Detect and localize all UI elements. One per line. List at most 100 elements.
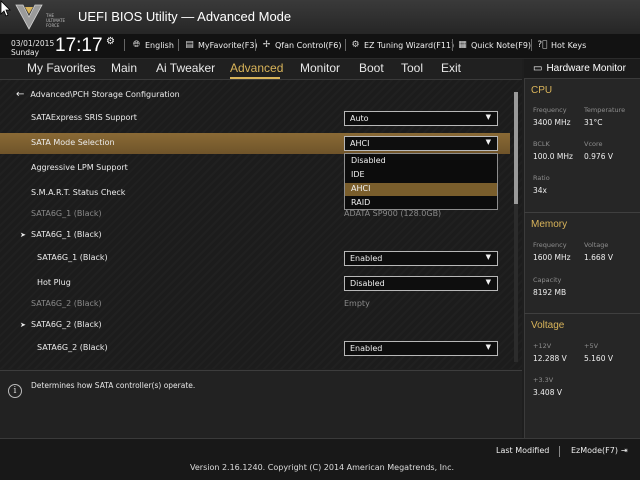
menu-boot[interactable]: Boot <box>359 61 384 75</box>
chevron-down-icon: ▼ <box>485 343 491 351</box>
sata-mode-label: SATA Mode Selection <box>31 138 115 147</box>
memory-frequency-label: Frequency <box>533 241 567 249</box>
mouse-cursor-icon <box>0 0 11 17</box>
back-arrow-icon[interactable]: ← <box>16 89 24 100</box>
cpu-frequency-value: 3400 MHz <box>533 118 571 127</box>
date-text: 03/01/2015 <box>11 39 55 48</box>
favorites-icon: ▤ <box>185 40 194 50</box>
menu-main[interactable]: Main <box>111 61 137 75</box>
last-modified-button[interactable]: Last Modified <box>496 446 549 455</box>
divider <box>531 39 532 51</box>
day-text: Sunday <box>11 48 40 57</box>
section-divider <box>524 212 640 213</box>
vcore-value: 0.976 V <box>584 152 613 161</box>
myfavorite-button[interactable]: ▤ MyFavorite(F3) <box>184 40 258 50</box>
cpu-heading: CPU <box>531 85 553 96</box>
vcore-label: Vcore <box>584 140 603 148</box>
memory-heading: Memory <box>531 219 568 230</box>
dropdown-option-raid[interactable]: RAID <box>345 197 497 210</box>
divider <box>124 39 125 51</box>
capacity-value: 8192 MB <box>533 288 567 297</box>
chevron-down-icon: ▼ <box>485 113 491 121</box>
quick-note-button[interactable]: ▦ Quick Note(F9) <box>457 40 531 50</box>
sriss-support-value: Auto <box>350 114 369 123</box>
help-text: Determines how SATA controller(s) operat… <box>31 381 196 390</box>
memory-voltage-value: 1.668 V <box>584 253 613 262</box>
exit-arrow-icon: ⇥ <box>620 446 628 455</box>
memory-voltage-label: Voltage <box>584 241 609 249</box>
menu-advanced[interactable]: Advanced <box>230 61 283 75</box>
help-icon: ?⃞ <box>537 40 548 50</box>
fan-icon: ✢ <box>262 40 271 50</box>
ez-mode-label: EzMode(F7) <box>571 446 618 455</box>
divider <box>345 39 346 51</box>
sata6g2-device-value: Empty <box>344 299 370 308</box>
sriss-support-select[interactable]: Auto ▼ <box>344 111 498 126</box>
divider <box>178 39 179 51</box>
v5-label: +5V <box>584 342 599 350</box>
sata-mode-value: AHCI <box>350 139 370 148</box>
sata6g2-info-label: SATA6G_2 (Black) <box>31 299 102 308</box>
sata6g2-enable-label: SATA6G_2 (Black) <box>37 343 108 352</box>
settings-scroll-thumb[interactable] <box>514 92 518 204</box>
v5-value: 5.160 V <box>584 354 613 363</box>
menu-my-favorites[interactable]: My Favorites <box>27 61 96 75</box>
footer-bar <box>0 438 640 480</box>
cpu-temperature-label: Temperature <box>584 106 626 114</box>
chevron-down-icon: ▼ <box>485 138 491 146</box>
hot-plug-value: Disabled <box>350 279 385 288</box>
hot-plug-select[interactable]: Disabled ▼ <box>344 276 498 291</box>
v33-label: +3.3V <box>533 376 554 384</box>
hot-keys-button[interactable]: ?⃞ Hot Keys <box>537 40 586 50</box>
copyright-text: Version 2.16.1240. Copyright (C) 2014 Am… <box>190 463 455 472</box>
memory-frequency-value: 1600 MHz <box>533 253 571 262</box>
cpu-frequency-label: Frequency <box>533 106 567 114</box>
sata6g2-group-label[interactable]: SATA6G_2 (Black) <box>31 320 102 329</box>
clock-settings-gear-icon[interactable]: ⚙ <box>106 36 115 47</box>
sata6g2-enable-value: Enabled <box>350 344 383 353</box>
aggressive-lpm-label: Aggressive LPM Support <box>31 163 128 172</box>
hardware-monitor-title: ▭ Hardware Monitor <box>533 63 626 74</box>
app-title: UEFI BIOS Utility — Advanced Mode <box>78 9 292 24</box>
language-button[interactable]: 🌐︎ English <box>131 40 174 50</box>
menu-tool[interactable]: Tool <box>401 61 423 75</box>
expand-arrow-icon: ➤ <box>20 231 26 239</box>
dropdown-option-ahci[interactable]: AHCI <box>345 183 497 196</box>
expand-arrow-icon: ➤ <box>20 321 26 329</box>
myfavorite-label: MyFavorite(F3) <box>198 40 258 50</box>
time-display: 17:17 <box>55 35 103 56</box>
hot-plug-label: Hot Plug <box>37 278 71 287</box>
sata6g1-device-value: ADATA SP900 (128.0GB) <box>344 209 442 218</box>
ez-mode-button[interactable]: EzMode(F7) ⇥ <box>571 446 628 455</box>
divider <box>559 446 560 457</box>
ratio-label: Ratio <box>533 174 550 182</box>
globe-icon: 🌐︎ <box>132 40 141 50</box>
bclk-value: 100.0 MHz <box>533 152 573 161</box>
sata6g1-group-label[interactable]: SATA6G_1 (Black) <box>31 230 102 239</box>
ez-tuning-wizard-button[interactable]: ⚙ EZ Tuning Wizard(F11) <box>350 40 454 50</box>
active-menu-underline <box>230 77 280 79</box>
tuf-logo: THE ULTIMATE FORCE <box>14 3 66 31</box>
ratio-value: 34x <box>533 186 547 195</box>
qfan-label: Qfan Control(F6) <box>275 40 342 50</box>
divider <box>452 39 453 51</box>
qfan-control-button[interactable]: ✢ Qfan Control(F6) <box>261 40 342 50</box>
hot-keys-label: Hot Keys <box>551 40 587 50</box>
dropdown-option-disabled[interactable]: Disabled <box>345 155 497 168</box>
logo-text: THE ULTIMATE FORCE <box>46 13 66 28</box>
menu-monitor[interactable]: Monitor <box>300 61 340 75</box>
sata6g2-enable-select[interactable]: Enabled ▼ <box>344 341 498 356</box>
date-display: 03/01/2015 Sunday <box>11 39 54 57</box>
capacity-label: Capacity <box>533 276 562 284</box>
sata-mode-select[interactable]: AHCI ▼ <box>344 136 498 151</box>
menu-ai-tweaker[interactable]: Ai Tweaker <box>156 61 215 75</box>
breadcrumb[interactable]: ← Advanced\PCH Storage Configuration <box>16 89 180 100</box>
hardware-monitor-label: Hardware Monitor <box>546 63 626 74</box>
dropdown-option-ide[interactable]: IDE <box>345 169 497 182</box>
menu-exit[interactable]: Exit <box>441 61 461 75</box>
sata6g1-info-label: SATA6G_1 (Black) <box>31 209 102 218</box>
bios-window: THE ULTIMATE FORCE UEFI BIOS Utility — A… <box>0 0 640 480</box>
note-icon: ▦ <box>458 40 467 50</box>
sata6g1-enable-select[interactable]: Enabled ▼ <box>344 251 498 266</box>
v12-label: +12V <box>533 342 552 350</box>
